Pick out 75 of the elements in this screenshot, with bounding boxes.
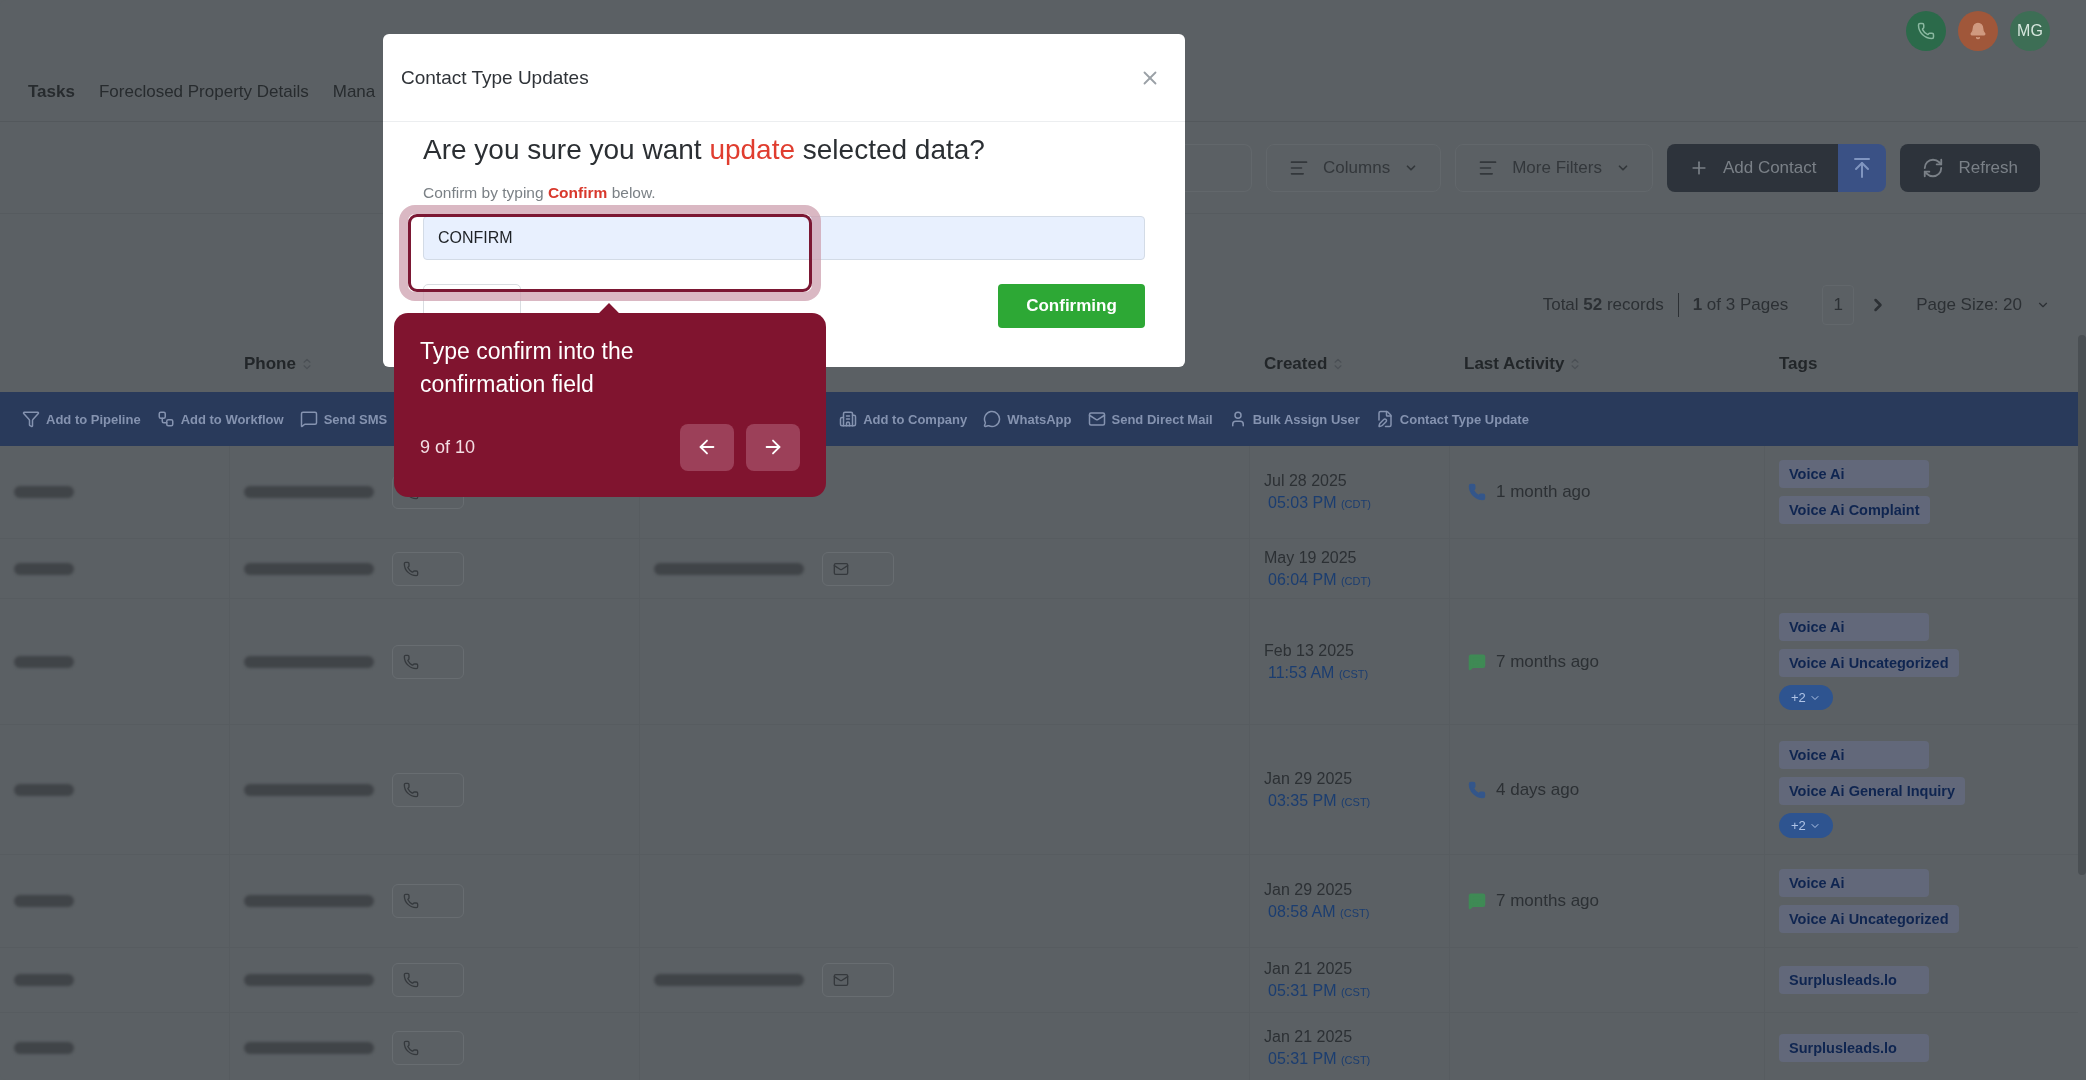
dialog-heading: Are you sure you want update selected data? [423,134,986,166]
confirming-button[interactable]: Confirming [998,284,1145,328]
blurred-text [14,895,74,907]
more-tags-button[interactable]: +2 [1779,813,1833,838]
notification-button[interactable] [1958,11,1998,51]
created-time: 03:35 PM (CST) [1267,791,1371,810]
upload-button[interactable] [1838,143,1887,192]
column-header[interactable]: Tags [1765,354,1818,374]
dialog-instruction: Confirm by typing Confirm below. [423,184,657,202]
blurred-text [14,562,74,575]
created-time: 05:03 PM (CDT) [1267,494,1371,512]
mail-icon [833,972,849,988]
call-button[interactable] [392,1030,464,1065]
workflow-icon [156,410,175,428]
created-time: 08:58 AM (CST) [1267,903,1370,921]
refresh-icon [1922,156,1945,179]
bulk-action-button[interactable]: Contact Type Update [1375,410,1529,428]
funnel-icon [22,410,40,428]
blurred-text [14,1041,74,1054]
bulk-action-button[interactable]: Add to Company [839,410,968,428]
bell-icon [1969,22,1987,40]
column-header[interactable]: Phone [230,354,314,374]
tag-label: Surplusleads.lo [1779,966,1929,994]
tooltip-text: Type confirm into the confirmation field [420,337,635,400]
tag-label: Voice Ai [1779,613,1929,641]
bulk-action-button[interactable]: WhatsApp [983,410,1072,428]
bulk-action-button[interactable]: Bulk Assign User [1228,410,1360,428]
confirm-input-field[interactable]: CONFIRM [423,216,1145,260]
email-button[interactable] [822,963,894,997]
blurred-text [14,974,74,986]
created-time: 05:31 PM (CST) [1267,1049,1371,1068]
email-button[interactable] [822,551,894,586]
tag-label: Voice Ai Complaint [1779,496,1930,524]
next-button[interactable] [746,423,800,471]
created-time: 11:53 AM (CST) [1267,663,1369,682]
message-icon [1468,652,1486,671]
building-icon [839,410,858,428]
phone-button[interactable] [1906,11,1946,51]
user-avatar[interactable]: MG [2010,11,2050,51]
tag-label: Surplusleads.lo [1779,1033,1929,1062]
call-button[interactable] [392,963,464,997]
chat-bubble-icon [983,410,1002,428]
tag-label: Voice Ai Uncategorized [1779,905,1959,933]
created-time: 05:31 PM (CST) [1267,982,1371,1000]
tag-label: Voice Ai [1779,869,1929,897]
previous-button[interactable] [680,423,734,471]
created-time: 06:04 PM (CDT) [1267,570,1371,589]
mail-icon [1087,410,1106,428]
tag-label: Voice Ai [1779,460,1929,488]
scrollbar[interactable] [2078,335,2086,875]
mail-icon [833,560,849,577]
step-counter: 9 of 10 [420,436,476,458]
call-button[interactable] [392,551,464,586]
bulk-action-button[interactable]: Send SMS [299,410,388,428]
column-header[interactable]: Last Activity [1450,354,1583,374]
tag-label: Voice Ai [1779,741,1929,769]
column-header[interactable]: Created [1250,354,1346,374]
tag-label: Voice Ai General Inquiry [1779,777,1965,805]
more-tags-button[interactable]: +2 [1779,685,1833,710]
tag-label: Voice Ai Uncategorized [1779,649,1959,677]
blurred-text [14,783,74,796]
message-icon [1468,892,1486,910]
blurred-text [14,486,74,498]
bulk-action-button[interactable]: Send Direct Mail [1087,410,1213,428]
edit-document-icon [1375,410,1394,428]
dialog-title: Contact Type Updates [401,66,589,89]
chat-icon [299,410,318,428]
call-button[interactable] [392,772,464,807]
call-button[interactable] [392,644,464,679]
add-contact-button[interactable]: Add Contact [1666,143,1839,192]
bulk-action-button[interactable]: Add to Workflow [156,410,284,428]
refresh-button[interactable]: Refresh [1900,143,2040,192]
blurred-text [14,655,74,668]
bulk-action-button[interactable]: Add to Pipeline [22,410,141,428]
call-button[interactable] [392,884,464,918]
